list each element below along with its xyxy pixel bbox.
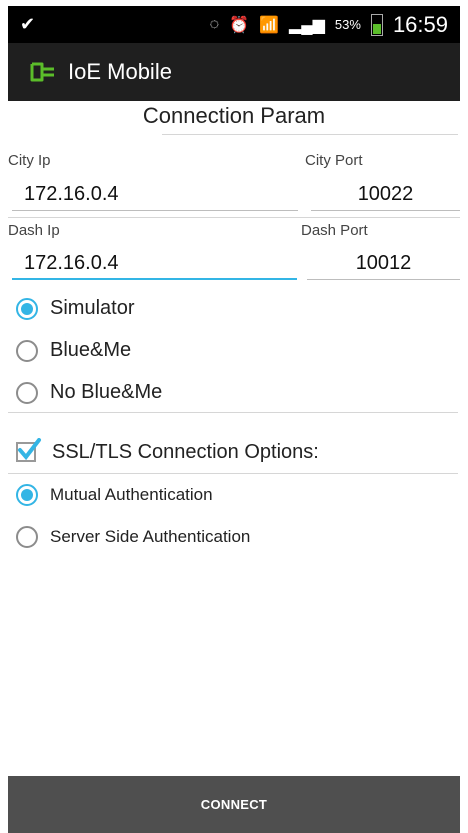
checkbox-checked-icon[interactable] — [16, 438, 41, 464]
city-port-label: City Port — [305, 152, 363, 169]
dash-ip-field[interactable]: 172.16.0.4 — [12, 252, 297, 280]
battery-icon — [370, 13, 383, 36]
radio-label: Blue&Me — [50, 339, 132, 361]
ssl-options-label: SSL/TLS Connection Options: — [52, 440, 319, 463]
radio-button-icon[interactable] — [16, 381, 38, 404]
divider — [8, 412, 458, 413]
app-logo-icon[interactable] — [28, 60, 58, 84]
app-title: IoE Mobile — [68, 59, 172, 84]
connect-button[interactable]: CONNECT — [8, 776, 460, 833]
signal-icon: ▂▄▆ — [288, 16, 325, 34]
dash-ip-label: Dash Ip — [8, 222, 60, 239]
city-ip-label: City Ip — [8, 152, 51, 169]
action-bar: IoE Mobile — [8, 43, 460, 101]
alarm-icon: ⏰ — [229, 16, 250, 34]
radio-label: Server Side Authentication — [50, 527, 251, 546]
dash-port-field[interactable]: 10012 — [307, 252, 460, 280]
radio-server-side-auth[interactable]: Server Side Authentication — [16, 526, 250, 548]
status-bar: ✔ ◌ ⏰ 📶 ▂▄▆ 53% 16:59 — [8, 6, 460, 43]
dash-port-label: Dash Port — [301, 222, 368, 239]
radio-label: Mutual Authentication — [50, 485, 213, 504]
radio-button-icon[interactable] — [16, 339, 38, 362]
clock: 16:59 — [392, 11, 448, 37]
radio-simulator[interactable]: Simulator — [16, 297, 134, 320]
ssl-options-checkbox[interactable]: SSL/TLS Connection Options: — [16, 438, 319, 464]
divider — [8, 217, 460, 218]
radio-button-icon[interactable] — [16, 526, 38, 548]
radio-label: No Blue&Me — [50, 381, 163, 403]
section-title: Connection Param — [142, 103, 326, 128]
radio-button-icon[interactable] — [16, 484, 38, 506]
radio-button-icon[interactable] — [16, 297, 38, 320]
battery-percent: 53% — [334, 17, 361, 32]
radio-no-blue-me[interactable]: No Blue&Me — [16, 381, 162, 404]
status-icons: ◌ ⏰ 📶 ▂▄▆ 53% 16:59 — [210, 12, 448, 38]
divider — [8, 473, 458, 474]
city-ip-field[interactable]: 172.16.0.4 — [12, 183, 298, 211]
city-port-field[interactable]: 10022 — [311, 183, 460, 211]
radio-blue-me[interactable]: Blue&Me — [16, 339, 131, 362]
clipboard-check-icon: ✔ — [20, 14, 36, 34]
radio-mutual-auth[interactable]: Mutual Authentication — [16, 484, 213, 506]
wifi-icon: 📶 — [259, 16, 279, 34]
section-divider — [162, 134, 458, 135]
radio-label: Simulator — [50, 297, 135, 319]
eye-icon: ◌ — [209, 15, 220, 33]
